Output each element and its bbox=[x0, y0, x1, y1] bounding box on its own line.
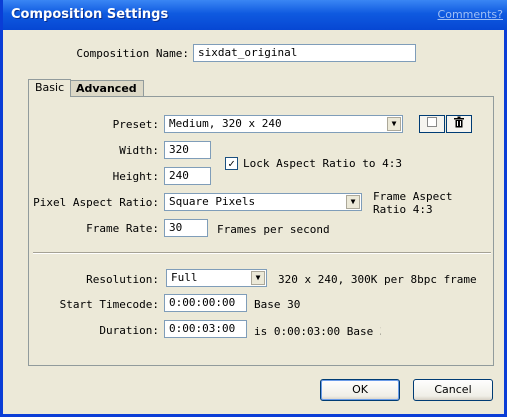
dialog-title: Composition Settings bbox=[11, 7, 169, 22]
preset-label: Preset: bbox=[112, 118, 159, 131]
save-preset-button[interactable] bbox=[419, 115, 445, 133]
frame-rate-units: Frames per second bbox=[217, 223, 330, 236]
tab-basic[interactable]: Basic bbox=[28, 79, 72, 97]
trash-icon bbox=[454, 116, 464, 128]
height-input[interactable]: 240 bbox=[164, 167, 211, 185]
duration-info: is 0:00:03:00 Base 30 bbox=[254, 325, 381, 338]
width-label: Width: bbox=[119, 144, 159, 157]
tab-advanced[interactable]: Advanced bbox=[69, 80, 144, 97]
pixel-aspect-value: Square Pixels bbox=[169, 195, 256, 208]
frame-aspect-line1: Frame Aspect bbox=[373, 190, 453, 203]
frame-rate-input[interactable]: 30 bbox=[164, 219, 208, 237]
height-label: Height: bbox=[112, 170, 159, 183]
duration-input[interactable]: 0:00:03:00 bbox=[164, 320, 247, 338]
chevron-down-icon: ▼ bbox=[346, 195, 360, 209]
composition-settings-dialog: Composition Settings Comments? Compositi… bbox=[0, 0, 507, 417]
lock-aspect-label: Lock Aspect Ratio to 4:3 bbox=[243, 157, 402, 170]
frame-aspect-line2: Ratio 4:3 bbox=[373, 203, 433, 216]
save-preset-icon bbox=[427, 117, 437, 127]
delete-preset-button[interactable] bbox=[446, 115, 472, 133]
preset-value: Medium, 320 x 240 bbox=[169, 117, 282, 130]
frame-rate-label: Frame Rate: bbox=[86, 222, 159, 235]
pixel-aspect-dropdown[interactable]: Square Pixels ▼ bbox=[164, 193, 362, 211]
composition-name-label: Composition Name: bbox=[76, 47, 189, 60]
start-timecode-input[interactable]: 0:00:00:00 bbox=[164, 294, 247, 312]
start-timecode-base: Base 30 bbox=[254, 298, 301, 311]
title-bar[interactable]: Composition Settings Comments? bbox=[3, 0, 507, 30]
resolution-info: 320 x 240, 300K per 8bpc frame bbox=[278, 273, 477, 286]
cancel-button[interactable]: Cancel bbox=[413, 379, 493, 401]
start-timecode-label: Start Timecode: bbox=[59, 298, 159, 311]
chevron-down-icon: ▼ bbox=[251, 271, 265, 285]
resolution-value: Full bbox=[171, 271, 198, 284]
chevron-down-icon: ▼ bbox=[387, 117, 401, 131]
ok-button[interactable]: OK bbox=[320, 379, 400, 401]
width-input[interactable]: 320 bbox=[164, 141, 211, 159]
section-divider bbox=[33, 252, 491, 254]
preset-dropdown[interactable]: Medium, 320 x 240 ▼ bbox=[164, 115, 403, 133]
comments-link[interactable]: Comments? bbox=[438, 8, 503, 21]
lock-aspect-checkbox[interactable]: ✓ bbox=[225, 157, 238, 170]
duration-label: Duration: bbox=[99, 324, 159, 337]
pixel-aspect-label: Pixel Aspect Ratio: bbox=[33, 196, 159, 209]
composition-name-input[interactable]: sixdat_original bbox=[193, 44, 416, 62]
resolution-dropdown[interactable]: Full ▼ bbox=[166, 269, 267, 287]
resolution-label: Resolution: bbox=[86, 273, 159, 286]
